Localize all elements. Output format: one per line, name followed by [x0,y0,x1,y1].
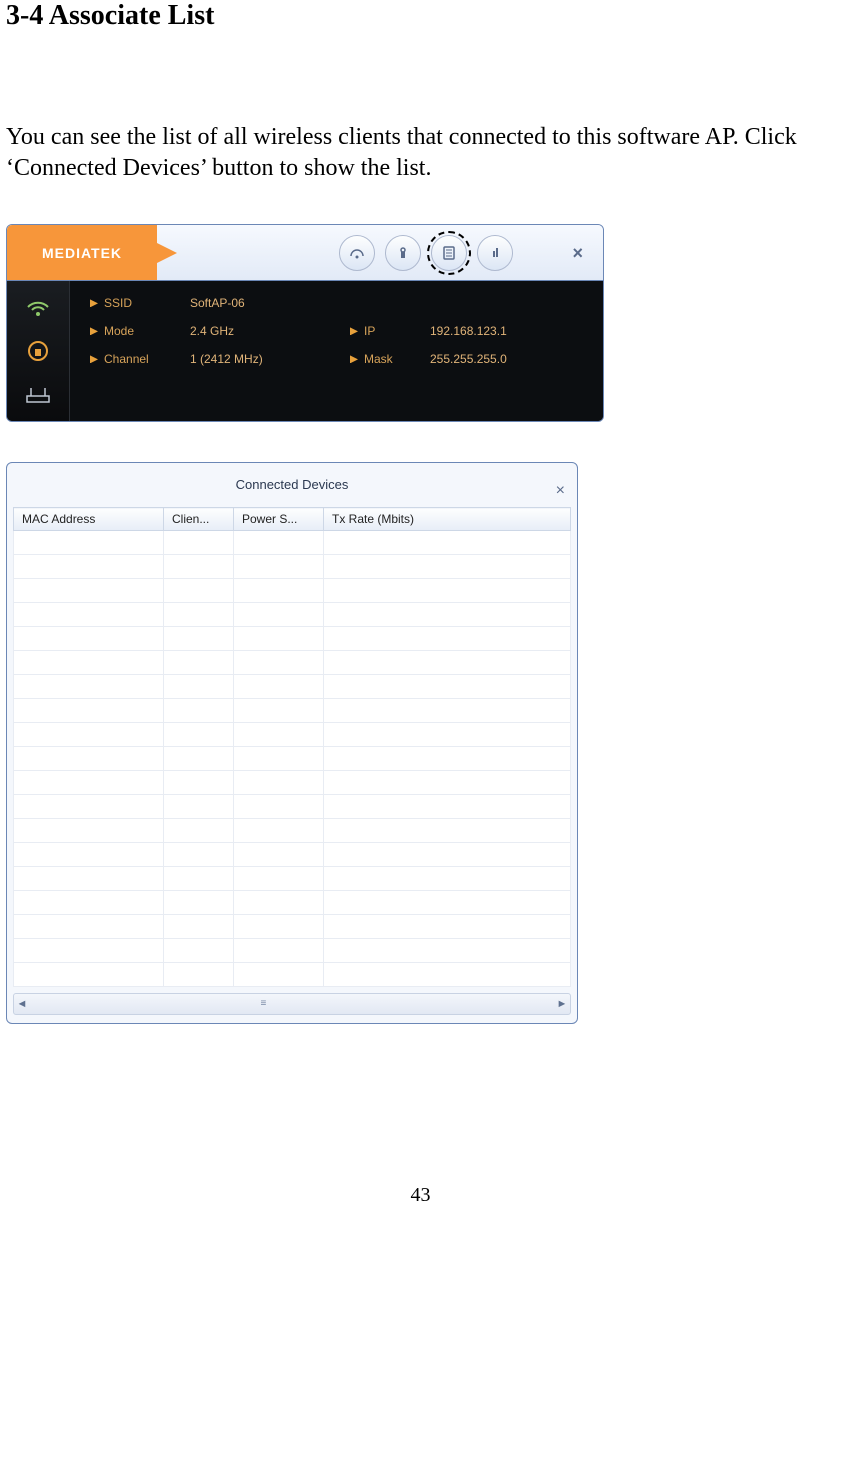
table-row [14,555,571,579]
col-power[interactable]: Power S... [234,508,324,531]
scroll-right-icon[interactable]: ► [554,998,570,1010]
ssid-label: SSID [90,296,180,310]
connected-devices-panel: Connected Devices × MAC Address Clien...… [6,462,578,1024]
table-row [14,723,571,747]
close-icon[interactable]: × [572,243,583,264]
table-row [14,819,571,843]
ip-label: IP [350,324,420,338]
scroll-left-icon[interactable]: ◄ [14,998,30,1010]
table-row [14,891,571,915]
col-txrate[interactable]: Tx Rate (Mbits) [324,508,571,531]
mask-label: Mask [350,352,420,366]
section-heading: 3-4 Associate List [6,0,835,32]
table-row [14,651,571,675]
mode-value: 2.4 GHz [190,324,340,338]
table-row [14,915,571,939]
section-body: You can see the list of all wireless cli… [6,122,835,184]
mask-value: 255.255.255.0 [430,352,580,366]
devices-titlebar: Connected Devices × [7,463,577,507]
horizontal-scrollbar[interactable]: ◄ ≡ ► [13,993,571,1015]
channel-label: Channel [90,352,180,366]
table-row [14,843,571,867]
brand-logo: MEDIATEK [7,225,157,280]
security-icon[interactable] [385,235,421,271]
table-row [14,795,571,819]
channel-value: 1 (2412 MHz) [190,352,340,366]
table-row [14,627,571,651]
info-grid: SSID SoftAP-06 Mode 2.4 GHz IP 192.168.1… [70,281,603,421]
devices-close-icon[interactable]: × [556,469,565,513]
ip-value: 192.168.123.1 [430,324,580,338]
devices-table: MAC Address Clien... Power S... Tx Rate … [13,507,571,987]
signal-icon[interactable] [339,235,375,271]
table-row [14,963,571,987]
table-row [14,939,571,963]
connected-devices-button[interactable] [431,235,467,271]
mediatek-app-window: MEDIATEK × [6,224,604,422]
lock-icon[interactable] [18,335,58,367]
wifi-icon[interactable] [18,291,58,323]
col-mac[interactable]: MAC Address [14,508,164,531]
table-row [14,603,571,627]
app-titlebar: MEDIATEK × [7,225,603,281]
mode-label: Mode [90,324,180,338]
table-row [14,699,571,723]
table-row [14,771,571,795]
devices-title: Connected Devices [236,477,349,492]
table-row [14,867,571,891]
router-icon[interactable] [18,379,58,411]
col-client[interactable]: Clien... [164,508,234,531]
info-icon[interactable] [477,235,513,271]
toolbar [339,235,513,271]
devices-tbody [14,531,571,987]
app-body: SSID SoftAP-06 Mode 2.4 GHz IP 192.168.1… [7,281,603,421]
page-number: 43 [6,1184,835,1207]
table-row [14,675,571,699]
ssid-value: SoftAP-06 [190,296,340,310]
sidebar [7,281,70,421]
scroll-grip-icon: ≡ [261,998,269,1009]
table-row [14,579,571,603]
table-row [14,531,571,555]
table-row [14,747,571,771]
